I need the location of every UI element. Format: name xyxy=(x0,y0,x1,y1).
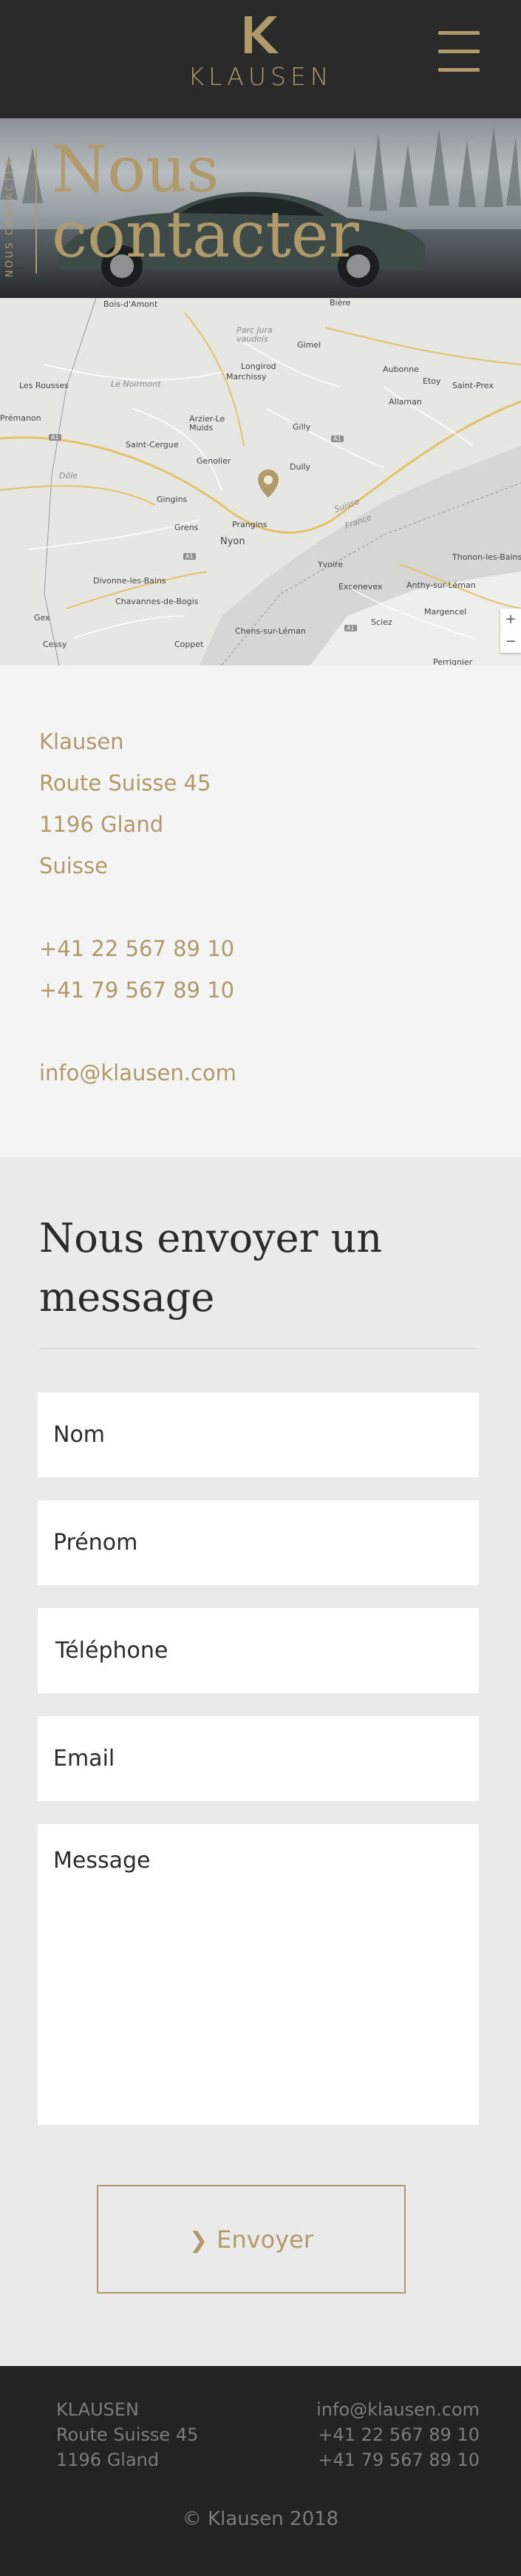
send-button-content: ❯ Envoyer xyxy=(98,2226,404,2254)
k-monogram-icon xyxy=(244,16,279,53)
map-pin-icon[interactable] xyxy=(256,468,280,499)
form-title-line-2: message xyxy=(39,1274,215,1321)
map-place-label: Etoy xyxy=(423,376,441,386)
page-title: Nous contacter xyxy=(52,138,359,268)
map-place-label: Dully xyxy=(290,462,311,472)
map-place-label: Grens xyxy=(174,523,199,532)
map-place-label: Les Rousses xyxy=(19,381,69,390)
map-place-label: Chavannes-de-Bogis xyxy=(115,597,199,606)
road-badge-icon: A1 xyxy=(344,625,357,631)
contact-form-section: Nous envoyer un message Nom Prénom Télép… xyxy=(0,1157,521,2366)
company-name: Klausen xyxy=(39,729,124,754)
mobile-phone-link[interactable]: +41 79 567 89 10 xyxy=(39,977,234,1003)
site-footer: KLAUSEN Route Suisse 45 1196 Gland info@… xyxy=(0,2366,521,2576)
map-place-label: Thonon-les-Bains xyxy=(452,552,521,562)
map-place-label: Saint-Prex xyxy=(452,381,494,390)
chevron-right-icon: ❯ xyxy=(189,2227,208,2254)
hero-divider xyxy=(35,148,37,274)
footer-mobile-link[interactable]: +41 79 567 89 10 xyxy=(316,2447,480,2472)
footer-street: Route Suisse 45 xyxy=(56,2424,199,2445)
map-place-label: Saint-Cergue xyxy=(126,440,179,450)
map-place-label: Gingins xyxy=(157,495,188,504)
map-place-label: Coppet xyxy=(174,640,204,649)
page-title-line-1: Nous xyxy=(52,133,219,207)
location-map[interactable]: Bois-d'Amont Bière Parc jura vaudois Gim… xyxy=(0,298,521,665)
map-place-label: Bois-d'Amont xyxy=(103,299,158,309)
map-zoom-control: + − xyxy=(500,609,521,653)
form-title-line-1: Nous envoyer un xyxy=(39,1215,383,1261)
hamburger-menu-icon[interactable] xyxy=(438,31,480,75)
map-place-label: Marchissy xyxy=(226,372,267,382)
footer-city: 1196 Gland xyxy=(56,2450,160,2470)
map-place-label: Chens-sur-Léman xyxy=(235,626,306,636)
page-title-line-2: contacter xyxy=(52,198,359,272)
nom-placeholder: Nom xyxy=(53,1422,106,1448)
send-button[interactable]: ❯ Envoyer xyxy=(97,2185,406,2294)
email-placeholder: Email xyxy=(53,1746,115,1772)
postal-city: 1196 Gland xyxy=(39,812,164,837)
map-place-label: Anthy-sur-Léman xyxy=(406,580,476,590)
road-badge-icon: A1 xyxy=(49,434,61,441)
telephone-placeholder: Téléphone xyxy=(55,1638,168,1664)
contact-address-block: Klausen Route Suisse 45 1196 Gland Suiss… xyxy=(0,665,521,1157)
telephone-field[interactable]: Téléphone xyxy=(38,1608,479,1693)
footer-address: KLAUSEN Route Suisse 45 1196 Gland xyxy=(56,2397,198,2472)
map-place-label: Le Noirmont xyxy=(111,379,161,389)
map-place-label: Bière xyxy=(330,298,351,308)
form-title: Nous envoyer un message xyxy=(39,1209,483,1327)
map-place-label: Divonne-les-Bains xyxy=(93,576,166,586)
hero-vertical-label: NOUS CONTACTER xyxy=(4,157,16,277)
map-place-label: Perrignier xyxy=(433,657,473,665)
footer-contacts: info@klausen.com +41 22 567 89 10 +41 79… xyxy=(316,2397,480,2472)
road-badge-icon: A1 xyxy=(183,553,196,560)
map-place-label: Arzier-Le Muids xyxy=(189,414,225,433)
map-place-label: Prémanon xyxy=(0,413,41,423)
road-badge-icon: A1 xyxy=(331,435,344,442)
map-place-label: Aubonne xyxy=(383,365,419,374)
map-place-label: Yvoire xyxy=(318,560,344,569)
map-place-label: Prangins xyxy=(232,520,268,529)
zoom-out-button[interactable]: − xyxy=(500,631,521,653)
map-place-label: Margencel xyxy=(424,607,467,617)
map-place-label: Gilly xyxy=(293,422,311,432)
zoom-in-button[interactable]: + xyxy=(500,609,521,631)
street-address: Route Suisse 45 xyxy=(39,770,211,796)
prenom-placeholder: Prénom xyxy=(53,1530,138,1556)
country: Suisse xyxy=(39,853,108,878)
email-link[interactable]: info@klausen.com xyxy=(39,1060,236,1085)
copyright: © Klausen 2018 xyxy=(182,2508,339,2530)
message-placeholder: Message xyxy=(53,1848,151,1874)
map-place-label: Parc jura vaudois xyxy=(236,325,273,344)
map-place-label: Allaman xyxy=(389,397,422,407)
map-place-label: Gimel xyxy=(297,340,321,350)
phone-link[interactable]: +41 22 567 89 10 xyxy=(39,936,234,961)
map-place-label: Genolier xyxy=(197,456,231,466)
map-place-label: Excenevex xyxy=(338,582,383,592)
map-place-label: Sciez xyxy=(371,617,392,627)
footer-brand: KLAUSEN xyxy=(56,2399,139,2420)
site-header: KLAUSEN xyxy=(0,0,521,118)
form-divider xyxy=(39,1348,478,1349)
email-field[interactable]: Email xyxy=(38,1716,479,1801)
send-button-label: Envoyer xyxy=(217,2225,313,2254)
map-place-label: Cessy xyxy=(43,640,67,649)
map-place-label: Nyon xyxy=(220,536,245,547)
map-place-label: Gex xyxy=(34,613,50,623)
footer-phone-link[interactable]: +41 22 567 89 10 xyxy=(316,2422,480,2447)
map-place-label: Longirod xyxy=(241,362,276,371)
footer-email-link[interactable]: info@klausen.com xyxy=(316,2397,480,2422)
prenom-field[interactable]: Prénom xyxy=(38,1500,479,1585)
nom-field[interactable]: Nom xyxy=(38,1392,479,1477)
map-place-label: Dôle xyxy=(59,471,78,481)
message-field[interactable]: Message xyxy=(38,1824,479,2125)
